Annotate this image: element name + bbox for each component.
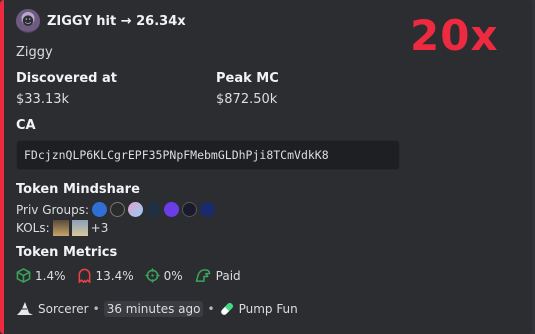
mindshare-title: Token Mindshare	[16, 182, 140, 197]
alert-embed: ☻ ZIGGY hit → 26.34x 20x Ziggy Discovere…	[0, 0, 532, 334]
ghost-icon	[78, 268, 90, 283]
multiplier-badge: 20x	[410, 11, 499, 60]
pill-icon	[220, 303, 233, 315]
priv-groups-label: Priv Groups:	[16, 202, 90, 217]
metric-crosshair: 0%	[145, 268, 183, 283]
metric-cube: 1.4%	[16, 268, 66, 283]
group-bird-icon[interactable]	[92, 202, 108, 217]
group-figure-icon[interactable]	[146, 202, 162, 217]
field-discovered-title: Discovered at	[16, 71, 117, 86]
contract-address-code[interactable]: FDcjznQLP6KLCgrEPF35PNpFMebmGLDhPji8TCmV…	[16, 140, 400, 170]
metric-dex-value: Paid	[215, 268, 241, 283]
footer-separator: •	[92, 302, 100, 316]
field-peak: Peak MC $872.50k	[216, 71, 279, 107]
metrics-title: Token Metrics	[16, 245, 118, 260]
group-dark-icon[interactable]	[182, 202, 198, 217]
author-name: ZIGGY hit → 26.34x	[47, 13, 186, 29]
field-peak-value: $872.50k	[216, 92, 278, 107]
kols-more-count: +3	[90, 221, 109, 235]
group-skull-icon[interactable]	[110, 202, 126, 217]
priv-groups-row: Priv Groups:	[16, 202, 218, 217]
kols-label: KOLs:	[16, 221, 50, 235]
kol-avatar-icon[interactable]	[71, 220, 88, 236]
embed-footer: Sorcerer • 36 minutes ago • Pump Fun	[16, 301, 298, 317]
group-anime-icon[interactable]	[128, 202, 144, 217]
kols-row: KOLs: +3	[16, 220, 218, 236]
cube-icon	[16, 268, 31, 283]
field-discovered-value: $33.13k	[16, 92, 70, 107]
ziggy-avatar-icon[interactable]: ☻	[16, 9, 40, 33]
group-shield-icon[interactable]	[200, 202, 216, 217]
footer-platform: Pump Fun	[238, 302, 298, 316]
ca-title: CA	[16, 118, 36, 133]
group-p-icon[interactable]	[164, 202, 180, 217]
field-discovered: Discovered at $33.13k	[16, 71, 117, 107]
metrics-row: 1.4% 13.4% 0% Paid	[16, 268, 247, 283]
mindshare-section: Token Mindshare Priv Groups: KOLs: +3	[16, 182, 218, 236]
field-peak-title: Peak MC	[216, 71, 279, 86]
footer-bot-name: Sorcerer	[38, 302, 89, 316]
metric-cube-value: 1.4%	[35, 268, 66, 283]
metric-ghost-value: 13.4%	[95, 268, 134, 283]
metric-ghost: 13.4%	[77, 268, 134, 283]
embed-author: ☻ ZIGGY hit → 26.34x	[16, 9, 186, 33]
token-metrics-section: Token Metrics 1.4% 13.4% 0% Paid	[16, 245, 247, 283]
kol-avatar-icon[interactable]	[52, 220, 69, 236]
footer-timestamp[interactable]: 36 minutes ago	[103, 301, 204, 317]
token-name: Ziggy	[16, 45, 53, 60]
metric-dex: Paid	[194, 268, 241, 283]
crosshair-icon	[145, 268, 160, 283]
wizard-hat-icon	[17, 302, 33, 315]
dex-paid-icon	[195, 269, 210, 282]
metric-crosshair-value: 0%	[163, 268, 183, 283]
footer-separator: •	[207, 302, 215, 316]
